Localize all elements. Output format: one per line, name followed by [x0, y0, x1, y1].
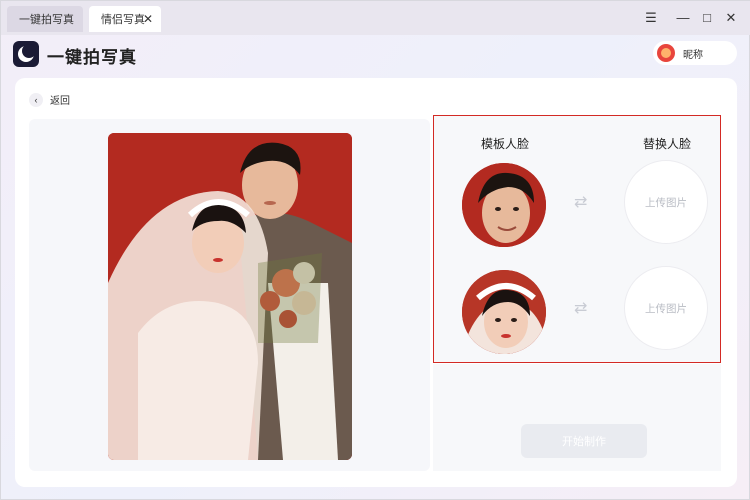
male-face-image [462, 163, 546, 247]
swap-arrows-icon: ⇄ [574, 300, 588, 317]
upload-replace-face-2[interactable]: 上传图片 [624, 266, 708, 350]
template-photo [108, 133, 352, 460]
start-label: 开始制作 [562, 436, 606, 448]
tab-couple-photo[interactable]: 情侣写真 ✕ [89, 6, 161, 32]
replace-face-header: 替换人脸 [643, 137, 692, 151]
template-face-male [462, 163, 546, 247]
user-name: 昵称 [683, 49, 703, 61]
crescent-moon-icon [18, 44, 36, 62]
minimize-icon[interactable]: — [675, 10, 691, 26]
upload-replace-face-1[interactable]: 上传图片 [624, 160, 708, 244]
tab-one-click-photo[interactable]: 一键拍写真 [7, 6, 83, 32]
menu-icon[interactable]: ☰ [643, 10, 659, 26]
start-create-button[interactable]: 开始制作 [521, 424, 647, 458]
upload-label: 上传图片 [645, 302, 687, 315]
tab-label: 一键拍写真 [19, 14, 74, 26]
main-panel: ‹ 返回 模板人脸 替换人脸 ⇄ 上传图片 ⇄ 上传图片 开始制作 [15, 78, 737, 487]
tab-label: 情侣写真 [101, 14, 145, 26]
swap-arrows-icon: ⇄ [574, 194, 588, 211]
upload-label: 上传图片 [645, 196, 687, 209]
close-tab-icon[interactable]: ✕ [143, 12, 153, 26]
template-face-female [462, 270, 546, 354]
user-profile-button[interactable]: 昵称 [653, 41, 737, 65]
maximize-icon[interactable]: □ [699, 10, 715, 26]
template-face-header: 模板人脸 [481, 137, 530, 151]
couple-photo-illustration [108, 133, 352, 460]
chevron-left-icon: ‹ [29, 92, 43, 107]
face-swap-panel: 模板人脸 替换人脸 ⇄ 上传图片 ⇄ 上传图片 [433, 115, 721, 363]
close-window-icon[interactable]: ✕ [723, 10, 739, 26]
app-logo [13, 41, 39, 67]
back-label: 返回 [50, 96, 70, 107]
template-preview-panel [29, 119, 430, 471]
app-title: 一键拍写真 [47, 48, 137, 67]
tab-bar: 一键拍写真 情侣写真 ✕ ☰ — □ ✕ [1, 1, 750, 35]
back-button[interactable]: ‹ 返回 [29, 92, 70, 107]
female-face-image [462, 270, 546, 354]
avatar [657, 44, 675, 62]
